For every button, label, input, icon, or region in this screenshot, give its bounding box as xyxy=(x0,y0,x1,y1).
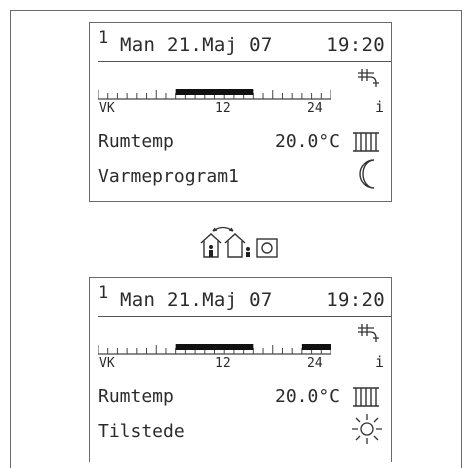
date-text: Man 21.Maj 07 xyxy=(120,289,273,311)
axis-start-label: VK xyxy=(99,356,115,371)
mode-label: Varmeprogram1 xyxy=(98,166,239,187)
hot-water-tap-icon xyxy=(358,69,379,87)
hot-water-tap-icon xyxy=(358,324,379,342)
active-period-bar xyxy=(301,344,331,350)
header-line: 1 Man 21.Maj 07 19:20 xyxy=(98,283,385,315)
header-divider xyxy=(98,61,391,62)
selector-button-icon xyxy=(256,238,278,258)
room-temp-value: 20.0°C xyxy=(275,386,341,407)
header-divider xyxy=(98,316,391,317)
active-period-bar xyxy=(175,89,254,95)
controller-display-1: 1 Man 21.Maj 07 19:20 VK 12 24 i Rumtemp… xyxy=(89,22,392,202)
axis-end-label: 24 xyxy=(307,356,323,371)
info-label: i xyxy=(375,98,385,116)
mode-toggle-icons[interactable] xyxy=(199,225,295,259)
moon-icon xyxy=(359,159,375,189)
room-temp-value: 20.0°C xyxy=(275,131,341,152)
mode-label: Tilstede xyxy=(98,421,185,442)
time-scale xyxy=(98,89,331,100)
axis-start-label: VK xyxy=(99,101,115,116)
program-index: 1 xyxy=(98,28,109,48)
axis-mid-label: 12 xyxy=(215,356,231,371)
time-scale xyxy=(98,344,331,355)
controller-display-2: 1 Man 21.Maj 07 19:20 VK 12 24 i Rumtemp… xyxy=(89,277,392,462)
sun-icon xyxy=(352,414,382,444)
room-temp-label: Rumtemp xyxy=(98,131,174,152)
room-temp-label: Rumtemp xyxy=(98,386,174,407)
time-text: 19:20 xyxy=(326,34,385,56)
axis-mid-label: 12 xyxy=(215,101,231,116)
house-home-icon xyxy=(224,233,250,258)
time-text: 19:20 xyxy=(326,289,385,311)
program-index: 1 xyxy=(98,283,109,303)
house-away-icon xyxy=(200,233,222,258)
date-text: Man 21.Maj 07 xyxy=(120,34,273,56)
axis-end-label: 24 xyxy=(307,101,323,116)
radiator-icon xyxy=(353,132,379,152)
transition-arrow-icon xyxy=(212,226,234,232)
radiator-icon xyxy=(353,387,379,407)
header-line: 1 Man 21.Maj 07 19:20 xyxy=(98,28,385,60)
active-period-bar xyxy=(175,344,254,350)
info-label: i xyxy=(375,353,385,371)
